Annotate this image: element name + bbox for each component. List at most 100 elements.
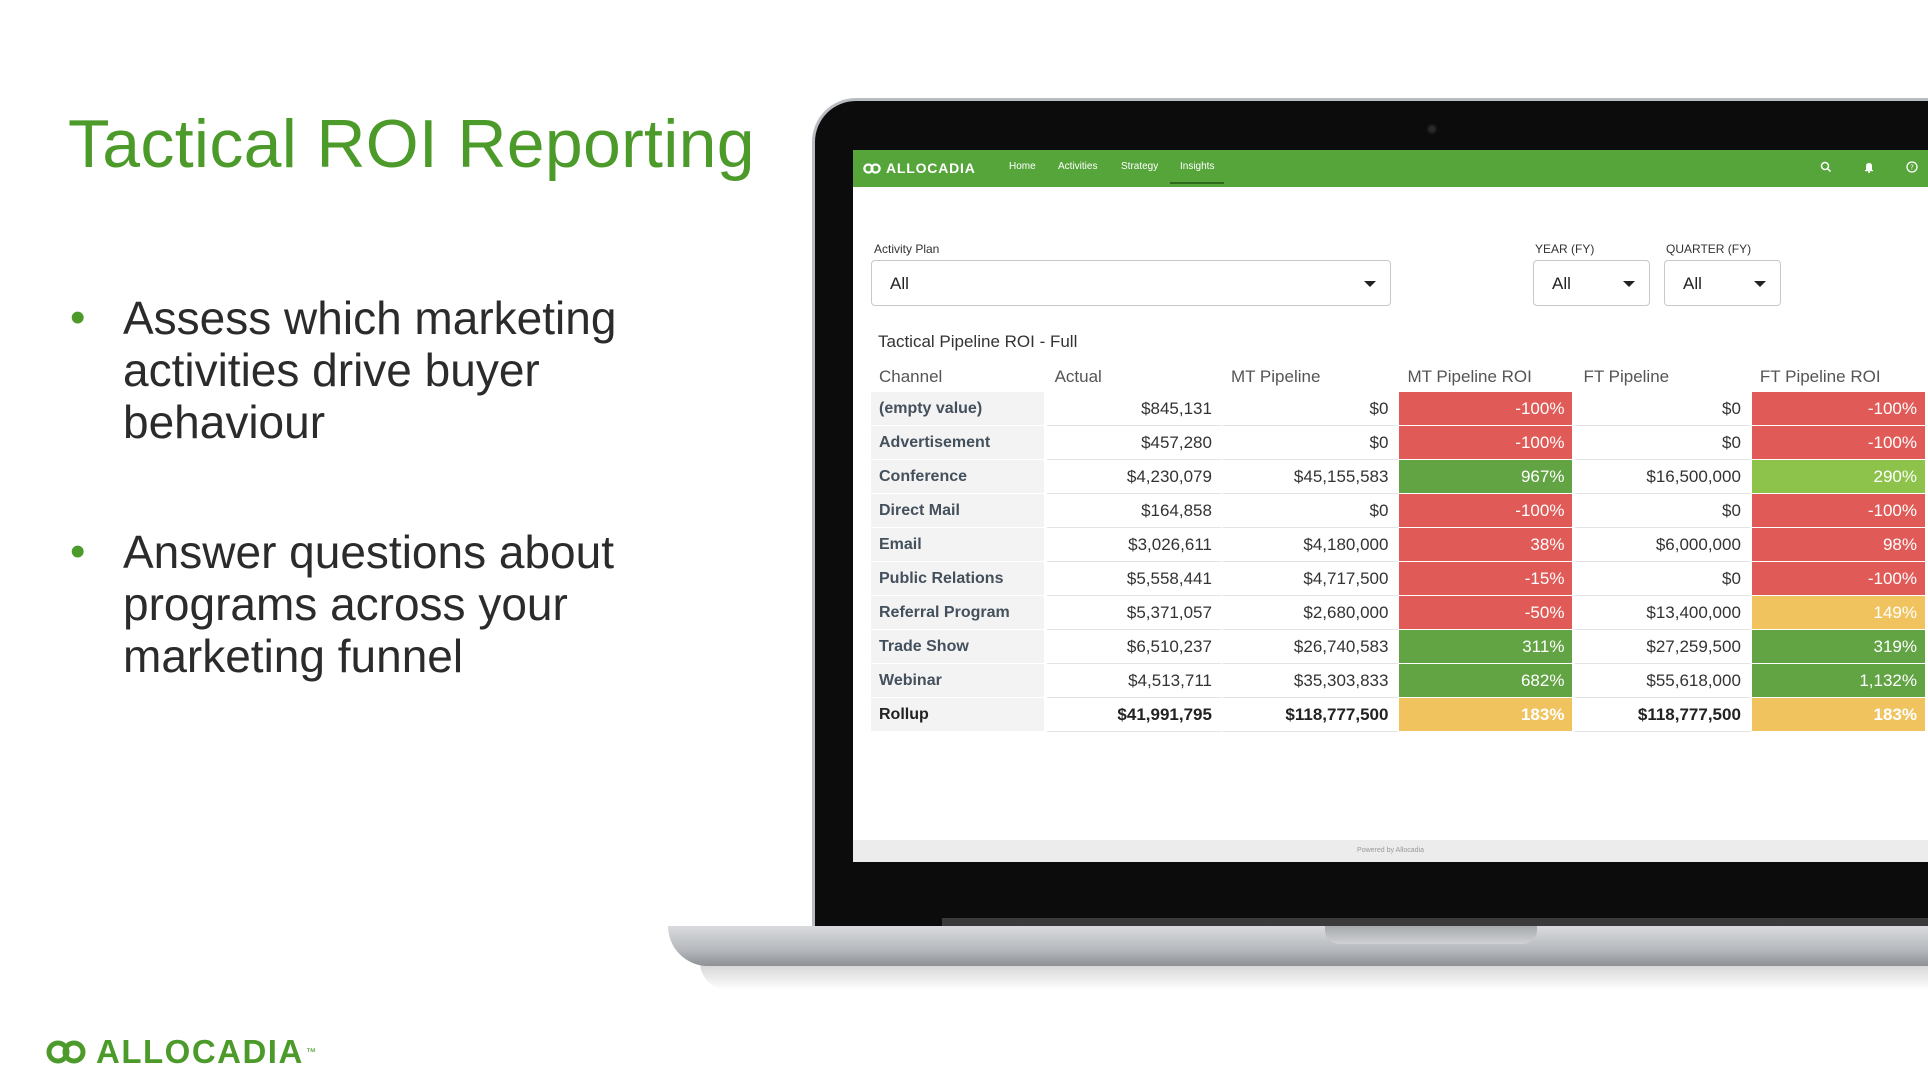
column-header[interactable]: FT Pipeline ROI	[1752, 362, 1928, 392]
ft-roi-cell: 149%	[1751, 596, 1928, 630]
actual-cell: $845,131	[1046, 392, 1223, 426]
table-row: (empty value) $845,131 $0 -100% $0 -100%	[871, 392, 1928, 426]
laptop-base	[668, 926, 1928, 966]
actual-cell: $4,513,711	[1046, 664, 1223, 698]
activity-plan-label: Activity Plan	[874, 242, 940, 256]
ft-pipeline-cell: $13,400,000	[1575, 596, 1752, 630]
column-header[interactable]: Channel	[871, 362, 1047, 392]
ft-roi-cell: 98%	[1751, 528, 1928, 562]
app-navbar: ALLOCADIA Home Activities Strategy Insig…	[853, 150, 1928, 187]
actual-cell: $164,858	[1046, 494, 1223, 528]
channel-cell: (empty value)	[871, 392, 1047, 426]
channel-cell: Trade Show	[871, 630, 1047, 664]
ft-roi-cell: -100%	[1751, 426, 1928, 460]
actual-cell: $4,230,079	[1046, 460, 1223, 494]
ft-roi-cell: -100%	[1751, 562, 1928, 596]
channel-cell: Conference	[871, 460, 1047, 494]
actual-cell: $6,510,237	[1046, 630, 1223, 664]
ft-roi-cell: -100%	[1751, 392, 1928, 426]
nav-strategy[interactable]: Strategy	[1121, 161, 1158, 172]
table-row: Webinar $4,513,711 $35,303,833 682% $55,618,…	[871, 664, 1928, 698]
quarter-label: QUARTER (FY)	[1666, 242, 1752, 256]
mt-roi-cell: -100%	[1399, 392, 1576, 426]
bullet-text: Answer questions about programs across y…	[123, 526, 614, 682]
ft-roi-cell: 183%	[1751, 698, 1928, 732]
mt-pipeline-cell: $35,303,833	[1222, 664, 1400, 698]
app-logo[interactable]: ALLOCADIA	[863, 160, 976, 176]
ft-roi-cell: -100%	[1751, 494, 1928, 528]
ft-pipeline-cell: $0	[1575, 494, 1752, 528]
nav-insights[interactable]: Insights	[1170, 161, 1225, 184]
table-row: Advertisement $457,280 $0 -100% $0 -100%	[871, 426, 1928, 460]
footer-brand: ALLOCADIA	[96, 1033, 304, 1070]
table-row: Email $3,026,611 $4,180,000 38% $6,000,000 98…	[871, 528, 1928, 562]
mt-roi-cell: -100%	[1399, 426, 1576, 460]
channel-cell: Referral Program	[871, 596, 1047, 630]
mt-pipeline-cell: $45,155,583	[1222, 460, 1400, 494]
table-row: Trade Show $6,510,237 $26,740,583 311% $27,2…	[871, 630, 1928, 664]
mt-pipeline-cell: $26,740,583	[1222, 630, 1400, 664]
allocadia-logo-icon	[46, 1040, 86, 1064]
year-select[interactable]: All	[1533, 260, 1650, 306]
mt-pipeline-cell: $0	[1222, 426, 1400, 460]
mt-roi-cell: 38%	[1399, 528, 1576, 562]
mt-roi-cell: 967%	[1399, 460, 1576, 494]
ft-pipeline-cell: $55,618,000	[1575, 664, 1752, 698]
bullet-dot-icon: •	[70, 527, 86, 576]
allocadia-logo-icon	[863, 162, 881, 174]
chevron-down-icon	[1754, 281, 1766, 287]
footer-logo: ALLOCADIA ™	[46, 1033, 316, 1071]
bell-icon[interactable]	[1862, 160, 1876, 174]
nav-activities[interactable]: Activities	[1058, 161, 1097, 172]
report-title: Tactical Pipeline ROI - Full	[878, 332, 1078, 351]
table-row: Direct Mail $164,858 $0 -100% $0 -100%	[871, 494, 1928, 528]
help-icon[interactable]: ?	[1905, 160, 1919, 174]
ft-pipeline-cell: $0	[1575, 392, 1752, 426]
slide: Tactical ROI Reporting • Assess which ma…	[0, 0, 1928, 1085]
mt-roi-cell: 311%	[1399, 630, 1576, 664]
footer-trademark: ™	[305, 1046, 316, 1058]
actual-cell: $457,280	[1046, 426, 1223, 460]
quarter-value: All	[1683, 274, 1702, 293]
ft-pipeline-cell: $6,000,000	[1575, 528, 1752, 562]
column-header[interactable]: FT Pipeline	[1575, 362, 1751, 392]
quarter-select[interactable]: All	[1664, 260, 1781, 306]
bullet-item: • Answer questions about programs across…	[68, 526, 708, 682]
laptop-notch	[1325, 926, 1537, 944]
ft-pipeline-cell: $27,259,500	[1575, 630, 1752, 664]
ft-roi-cell: 319%	[1751, 630, 1928, 664]
column-header[interactable]: MT Pipeline ROI	[1399, 362, 1575, 392]
search-icon[interactable]	[1819, 160, 1833, 174]
mt-roi-cell: 183%	[1399, 698, 1576, 732]
ft-roi-cell: 290%	[1751, 460, 1928, 494]
mt-pipeline-cell: $0	[1222, 392, 1400, 426]
table-row: Public Relations $5,558,441 $4,717,500 -15%…	[871, 562, 1928, 596]
svg-text:?: ?	[1910, 164, 1914, 172]
bullet-list: • Assess which marketing activities driv…	[68, 292, 708, 760]
ft-pipeline-cell: $118,777,500	[1575, 698, 1752, 732]
activity-plan-select[interactable]: All	[871, 260, 1391, 306]
channel-cell: Direct Mail	[871, 494, 1047, 528]
column-header[interactable]: Actual	[1047, 362, 1223, 392]
activity-plan-value: All	[890, 274, 909, 293]
mt-pipeline-cell: $0	[1222, 494, 1400, 528]
mt-pipeline-cell: $4,180,000	[1222, 528, 1400, 562]
chevron-down-icon	[1364, 281, 1376, 287]
table-header-row: Channel Actual MT Pipeline MT Pipeline R…	[871, 362, 1928, 392]
table-row: Referral Program $5,371,057 $2,680,000 -50%…	[871, 596, 1928, 630]
column-header[interactable]: MT Pipeline	[1223, 362, 1399, 392]
channel-cell: Webinar	[871, 664, 1047, 698]
bullet-dot-icon: •	[70, 293, 86, 342]
actual-cell: $3,026,611	[1046, 528, 1223, 562]
roi-table: Channel Actual MT Pipeline MT Pipeline R…	[871, 362, 1928, 732]
channel-cell: Rollup	[871, 698, 1047, 732]
mt-roi-cell: -100%	[1399, 494, 1576, 528]
app-footer: Powered by Allocadia	[853, 840, 1928, 862]
mt-roi-cell: -15%	[1399, 562, 1576, 596]
channel-cell: Advertisement	[871, 426, 1047, 460]
nav-home[interactable]: Home	[1009, 161, 1036, 172]
actual-cell: $5,371,057	[1046, 596, 1223, 630]
ft-pipeline-cell: $0	[1575, 426, 1752, 460]
channel-cell: Email	[871, 528, 1047, 562]
bullet-item: • Assess which marketing activities driv…	[68, 292, 708, 448]
